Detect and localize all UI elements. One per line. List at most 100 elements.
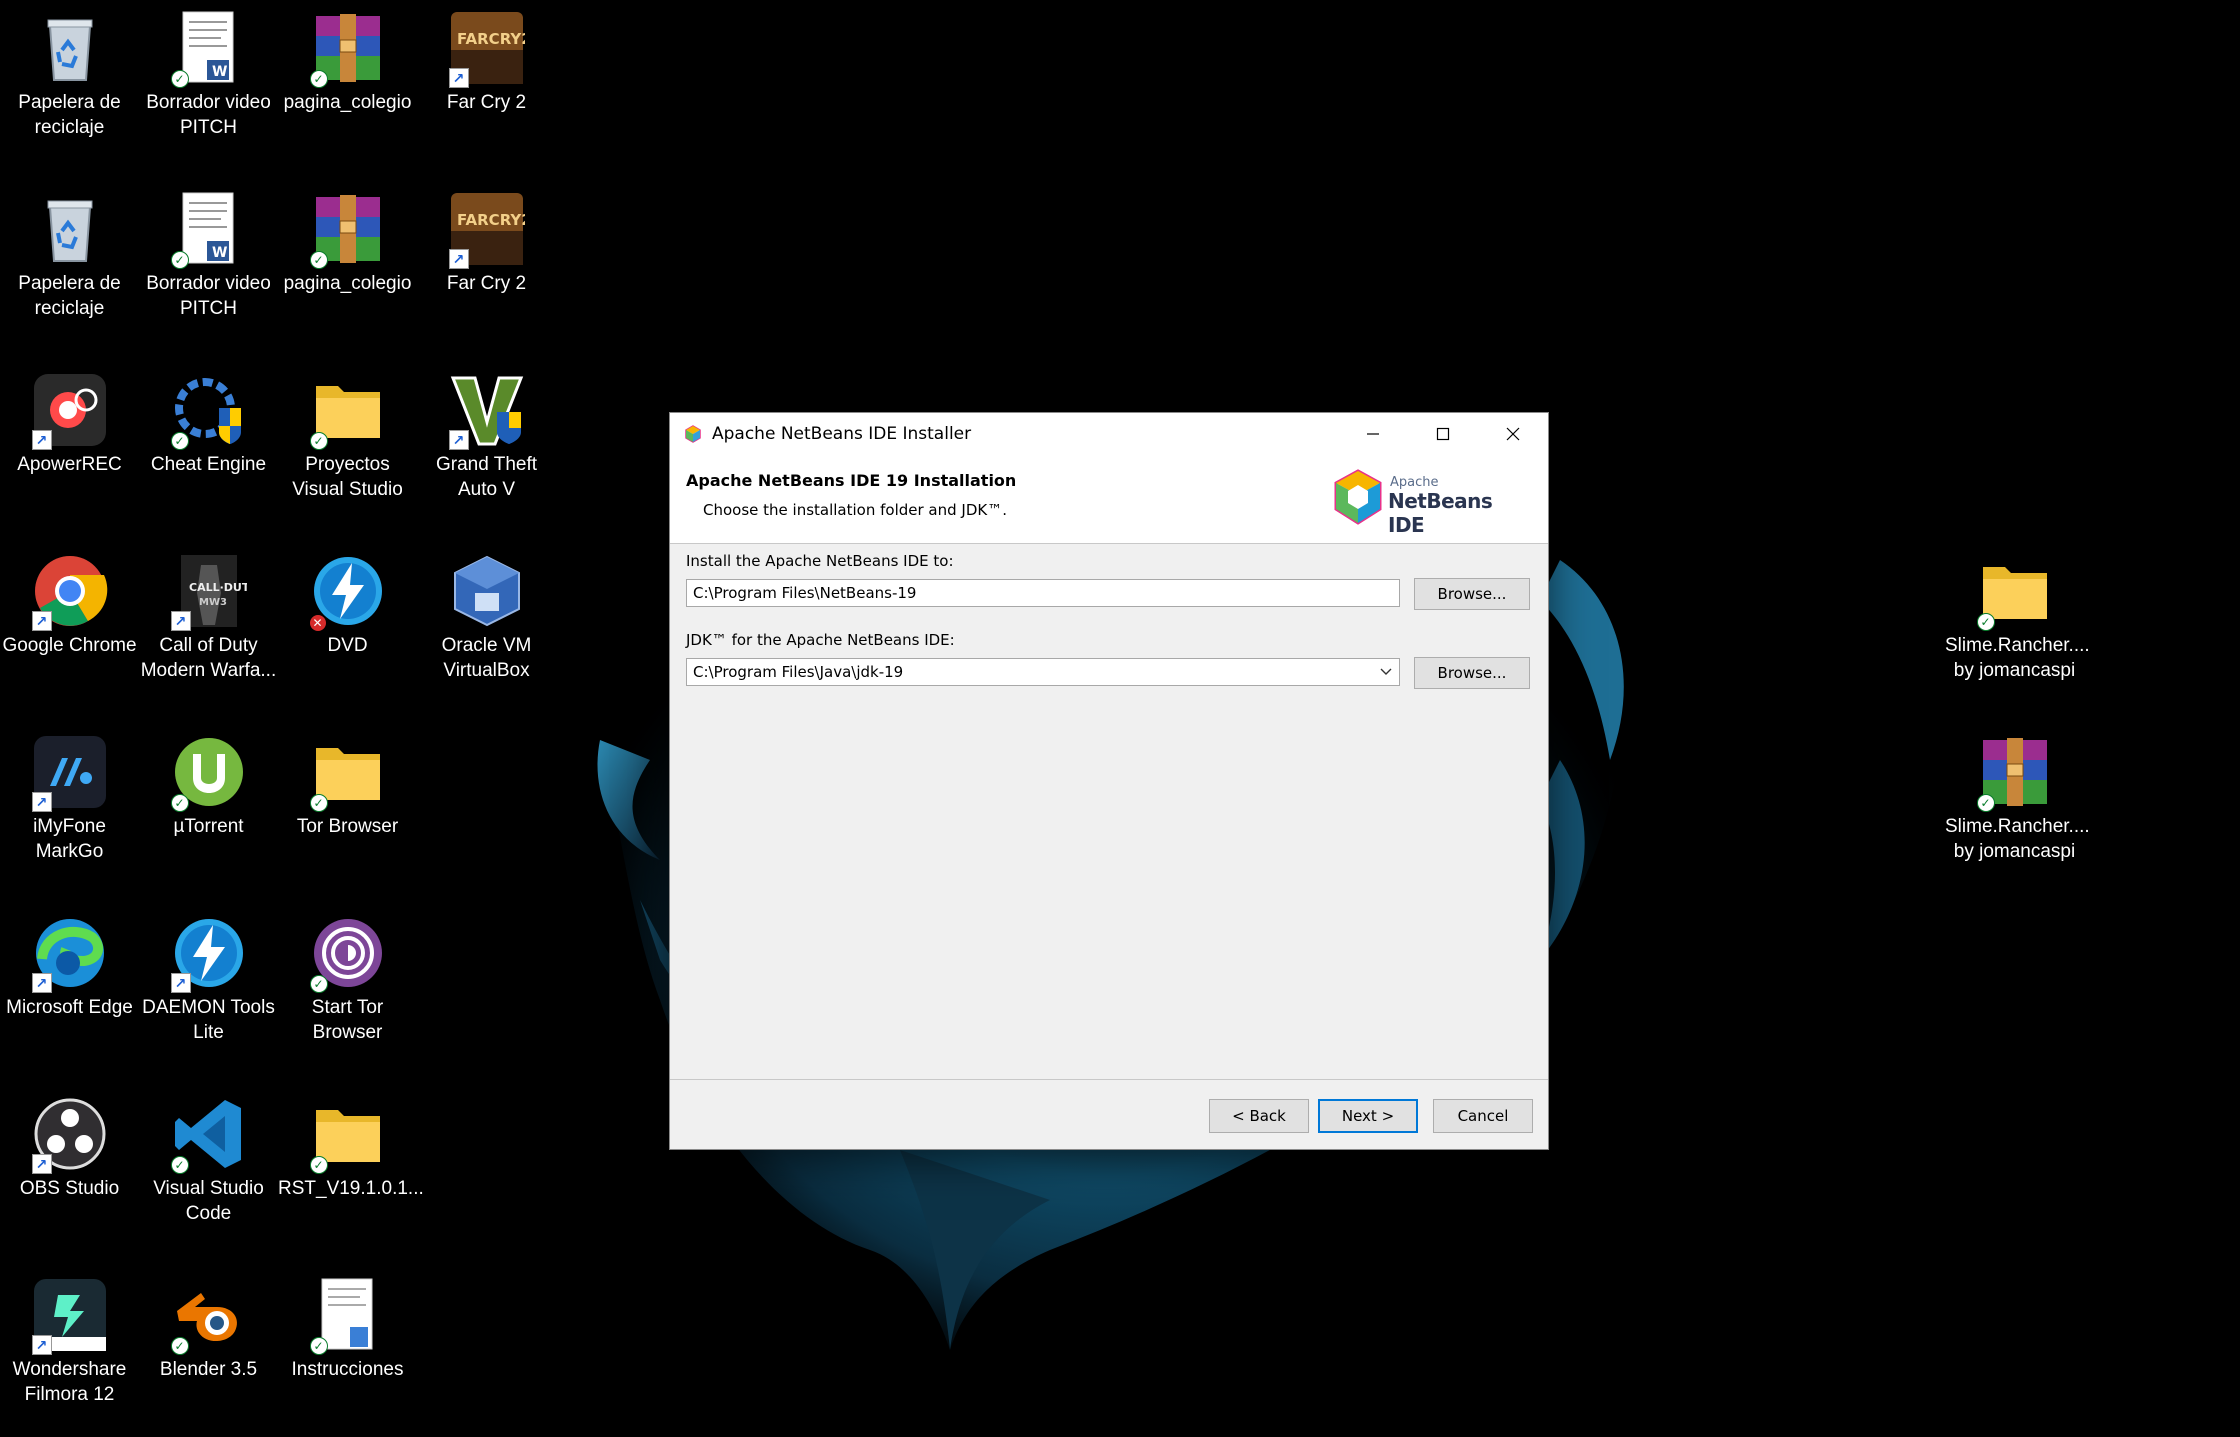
desktop-icon-borrador-2[interactable]: W ✓ Borrador video PITCH bbox=[139, 181, 278, 351]
sync-check-icon: ✓ bbox=[309, 251, 328, 269]
shortcut-arrow-icon: ↗ bbox=[448, 249, 469, 269]
sync-check-icon: ✓ bbox=[170, 794, 189, 812]
desktop-icon-vscode[interactable]: ✓ Visual Studio Code bbox=[139, 1086, 278, 1256]
cheat-engine-icon: ✓ bbox=[170, 372, 247, 450]
installer-header: Apache NetBeans IDE 19 Installation Choo… bbox=[670, 455, 1548, 544]
desktop-icon-pagina-colegio-1[interactable]: ✓ pagina_colegio bbox=[278, 0, 417, 170]
desktop-icon-label: Visual Studio Code bbox=[153, 1178, 264, 1224]
desktop-icon-label: µTorrent bbox=[173, 816, 244, 837]
browse-jdk-button[interactable]: Browse... bbox=[1414, 657, 1530, 689]
notepad-document-icon: ✓ bbox=[309, 1277, 386, 1355]
desktop-icon-label: Start Tor Browser bbox=[311, 997, 384, 1043]
desktop-icon-label: Far Cry 2 bbox=[446, 273, 527, 294]
maximize-button[interactable] bbox=[1408, 413, 1478, 455]
desktop-icon-virtualbox[interactable]: Oracle VM VirtualBox bbox=[417, 543, 556, 713]
desktop-icon-obs[interactable]: ↗ OBS Studio bbox=[0, 1086, 139, 1256]
desktop-icon-label: Call of Duty Modern Warfa... bbox=[140, 635, 277, 681]
desktop-icon-far-cry-2-2[interactable]: FARCRY2 ↗ Far Cry 2 bbox=[417, 181, 556, 351]
desktop-icon-label: pagina_colegio bbox=[283, 273, 412, 294]
next-button[interactable]: Next > bbox=[1318, 1099, 1418, 1133]
desktop-icon-edge[interactable]: ↗ Microsoft Edge bbox=[0, 905, 139, 1075]
desktop-icon-papelera-1[interactable]: Papelera de reciclaje bbox=[0, 0, 139, 170]
shortcut-arrow-icon: ↗ bbox=[448, 68, 469, 88]
imyfone-markgo-icon: ↗ bbox=[31, 734, 108, 812]
sync-check-icon: ✓ bbox=[170, 432, 189, 450]
install-folder-input[interactable] bbox=[686, 579, 1400, 607]
desktop-icon-daemon-tools[interactable]: ↗ DAEMON Tools Lite bbox=[139, 905, 278, 1075]
desktop-icon-label: DVD bbox=[327, 635, 368, 656]
obs-studio-icon: ↗ bbox=[31, 1096, 108, 1174]
far-cry-2-icon: FARCRY2 ↗ bbox=[448, 10, 525, 88]
gta-v-icon: ↗ bbox=[448, 372, 525, 450]
desktop-icon-papelera-2[interactable]: Papelera de reciclaje bbox=[0, 181, 139, 351]
desktop-icon-label: Borrador video PITCH bbox=[146, 273, 271, 319]
browse-install-folder-button[interactable]: Browse... bbox=[1414, 578, 1530, 610]
daemon-tools-icon: ✕ bbox=[309, 553, 386, 631]
desktop-icon-label: Far Cry 2 bbox=[446, 92, 527, 113]
desktop-icon-proyectos-vs[interactable]: ✓ Proyectos Visual Studio bbox=[278, 362, 417, 532]
sync-check-icon: ✓ bbox=[1976, 613, 1995, 631]
vscode-icon: ✓ bbox=[170, 1096, 247, 1174]
filmora-icon: ↗ bbox=[31, 1277, 108, 1355]
desktop-icon-label: Proyectos Visual Studio bbox=[292, 454, 403, 500]
desktop-icon-slime-rancher-archive[interactable]: ✓ Slime.Rancher.... by jomancaspi bbox=[1945, 724, 2090, 894]
desktop-icon-label: Papelera de reciclaje bbox=[18, 92, 121, 138]
desktop-icon-call-of-duty[interactable]: CALL·DUTY MW3 ↗ Call of Duty Modern Warfa… bbox=[139, 543, 278, 713]
desktop-icon-pagina-colegio-2[interactable]: ✓ pagina_colegio bbox=[278, 181, 417, 351]
desktop-icon-label: OBS Studio bbox=[19, 1178, 120, 1199]
sync-check-icon: ✓ bbox=[170, 1156, 189, 1174]
desktop-icon-filmora[interactable]: ↗ Wondershare Filmora 12 bbox=[0, 1267, 139, 1437]
desktop-icon-label: Slime.Rancher.... by jomancaspi bbox=[1945, 635, 2090, 681]
edge-icon: ↗ bbox=[31, 915, 108, 993]
desktop-icon-label: Blender 3.5 bbox=[159, 1359, 258, 1380]
desktop-icon-far-cry-2-1[interactable]: FARCRY2 ↗ Far Cry 2 bbox=[417, 0, 556, 170]
desktop-icon-blender[interactable]: ✓ Blender 3.5 bbox=[139, 1267, 278, 1437]
close-button[interactable] bbox=[1478, 413, 1548, 455]
maximize-icon bbox=[1436, 427, 1450, 441]
desktop-icon-cheat-engine[interactable]: ✓ Cheat Engine bbox=[139, 362, 278, 532]
desktop-icon-utorrent[interactable]: ✓ µTorrent bbox=[139, 724, 278, 894]
winrar-archive-icon: ✓ bbox=[309, 10, 386, 88]
svg-text:W: W bbox=[212, 245, 227, 261]
sync-check-icon: ✓ bbox=[309, 70, 328, 88]
desktop-icon-label: Microsoft Edge bbox=[6, 997, 133, 1018]
recycle-bin-icon bbox=[32, 10, 108, 86]
shortcut-arrow-icon: ↗ bbox=[31, 611, 52, 631]
desktop-icon-apowerrec[interactable]: ↗ ApowerREC bbox=[0, 362, 139, 532]
desktop-icon-slime-rancher-folder[interactable]: ✓ Slime.Rancher.... by jomancaspi bbox=[1945, 543, 2090, 713]
back-button[interactable]: < Back bbox=[1209, 1099, 1309, 1133]
title-bar[interactable]: Apache NetBeans IDE Installer bbox=[670, 413, 1548, 455]
shortcut-arrow-icon: ↗ bbox=[31, 430, 52, 450]
minimize-button[interactable] bbox=[1338, 413, 1408, 455]
chevron-down-icon bbox=[1380, 668, 1392, 675]
jdk-selected-value: C:\Program Files\Java\jdk-19 bbox=[693, 663, 904, 681]
word-document-icon: W ✓ bbox=[170, 10, 247, 88]
winrar-archive-icon: ✓ bbox=[1976, 734, 2053, 812]
shortcut-arrow-icon: ↗ bbox=[31, 1335, 52, 1355]
desktop-icon-dvd[interactable]: ✕ DVD bbox=[278, 543, 417, 713]
shortcut-arrow-icon: ↗ bbox=[31, 1154, 52, 1174]
call-of-duty-icon: CALL·DUTY MW3 ↗ bbox=[170, 553, 247, 631]
folder-icon: ✓ bbox=[1976, 553, 2053, 631]
desktop-icon-borrador-1[interactable]: W ✓ Borrador video PITCH bbox=[139, 0, 278, 170]
shortcut-arrow-icon: ↗ bbox=[31, 973, 52, 993]
desktop-icon-label: Instrucciones bbox=[291, 1359, 404, 1380]
desktop-icon-rst-folder[interactable]: ✓ RST_V19.1.0.1... bbox=[278, 1086, 424, 1256]
netbeans-logo: Apache NetBeans IDE bbox=[1332, 465, 1522, 537]
desktop-icon-tor-browser-folder[interactable]: ✓ Tor Browser bbox=[278, 724, 417, 894]
daemon-tools-icon: ↗ bbox=[170, 915, 247, 993]
sync-check-icon: ✓ bbox=[309, 794, 328, 812]
desktop-icon-imyfone[interactable]: ↗ iMyFone MarkGo bbox=[0, 724, 139, 894]
desktop-icon-gta-v[interactable]: ↗ Grand Theft Auto V bbox=[417, 362, 556, 532]
cancel-button[interactable]: Cancel bbox=[1433, 1099, 1533, 1133]
desktop-icon-start-tor[interactable]: ✓ Start Tor Browser bbox=[278, 905, 417, 1075]
word-document-icon: W ✓ bbox=[170, 191, 247, 269]
desktop-icon-label: iMyFone MarkGo bbox=[33, 816, 106, 862]
jdk-select[interactable]: C:\Program Files\Java\jdk-19 bbox=[686, 658, 1400, 686]
logo-netbeans-text: NetBeans IDE bbox=[1388, 489, 1493, 537]
desktop-icon-label: Grand Theft Auto V bbox=[435, 454, 538, 500]
desktop-icon-chrome[interactable]: ↗ Google Chrome bbox=[0, 543, 139, 713]
desktop-icon-instrucciones[interactable]: ✓ Instrucciones bbox=[278, 1267, 417, 1437]
apowerrec-icon: ↗ bbox=[31, 372, 108, 450]
desktop-icon-label: Borrador video PITCH bbox=[146, 92, 271, 138]
